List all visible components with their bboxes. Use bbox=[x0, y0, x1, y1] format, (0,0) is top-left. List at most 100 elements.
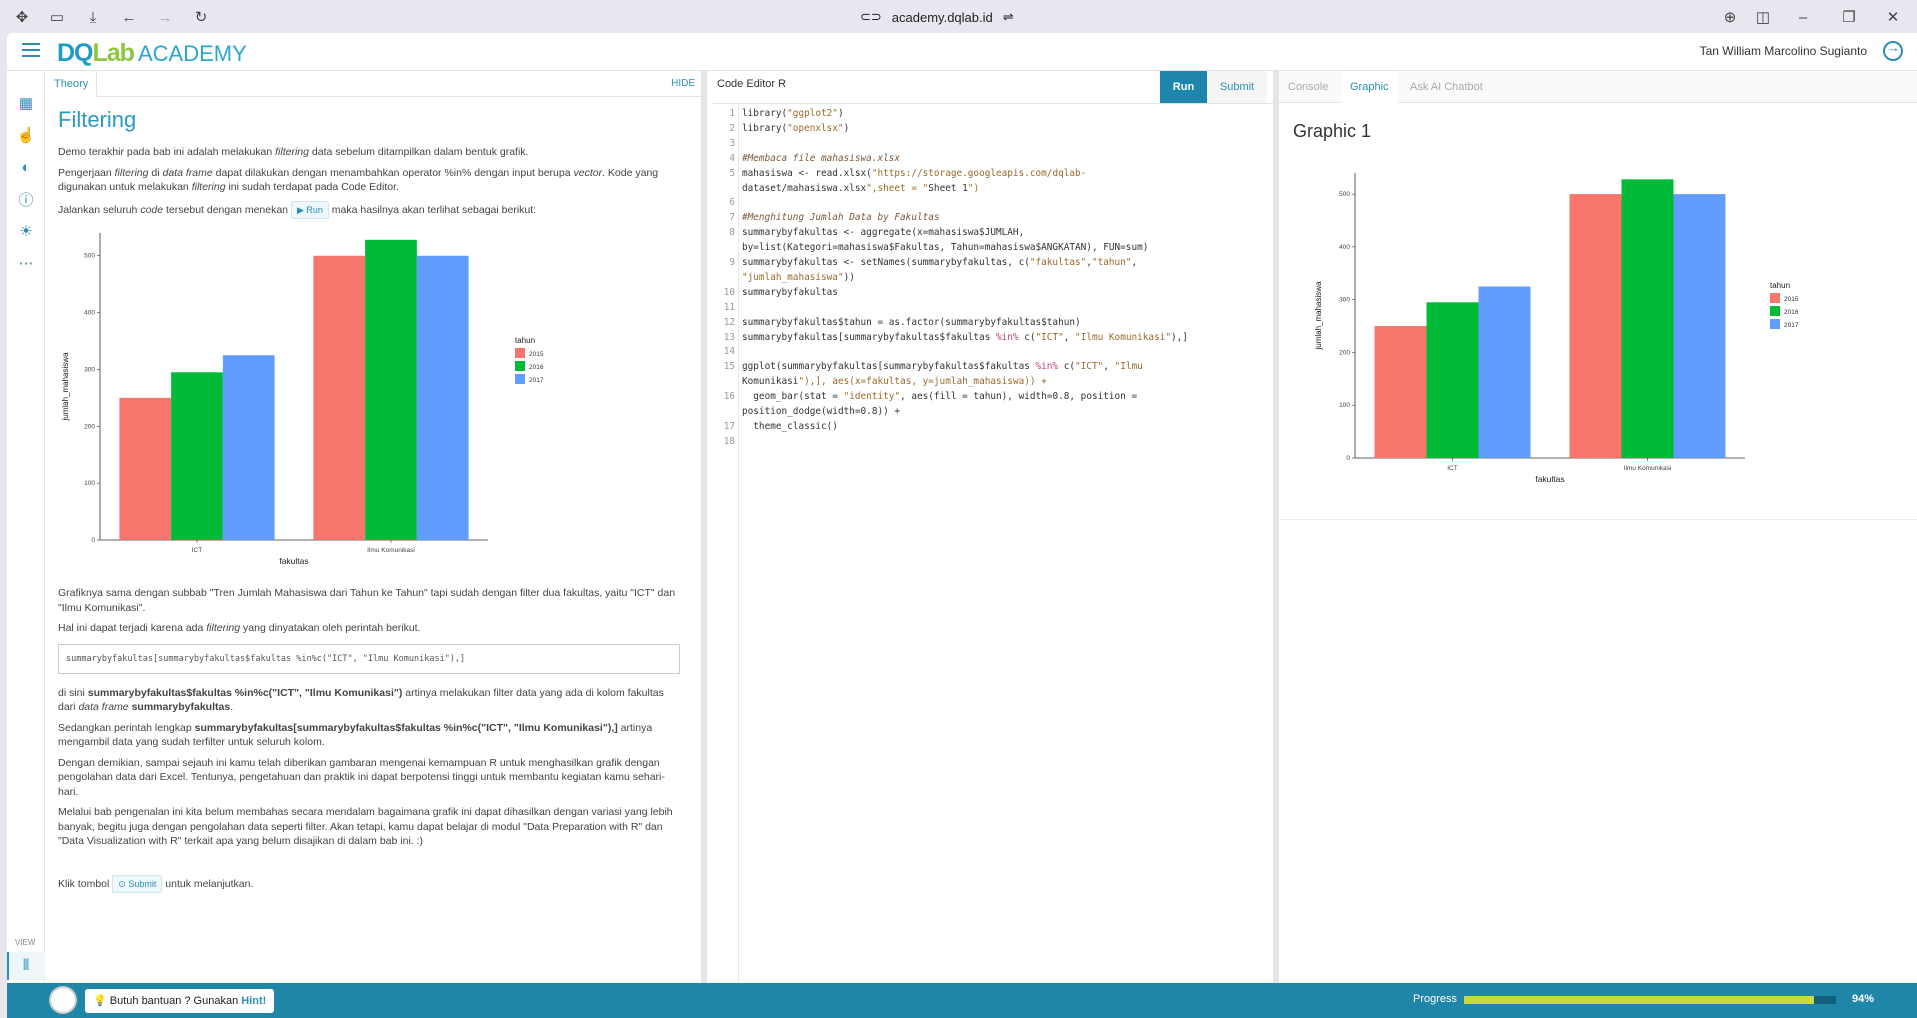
forward-icon[interactable]: → bbox=[154, 6, 176, 28]
progress-label: Progress bbox=[1413, 993, 1458, 1005]
reload-icon[interactable]: ↻ bbox=[190, 6, 212, 28]
legend-title: tahun bbox=[515, 336, 535, 345]
bar-2016-ilmu-komunikasi bbox=[1621, 179, 1674, 459]
theory-panel: Theory HIDE Filtering Demo terakhir pada… bbox=[46, 71, 707, 983]
line-number: 7 bbox=[729, 212, 735, 224]
minimize-icon[interactable]: – bbox=[1792, 6, 1814, 28]
y-tick-label: 0 bbox=[91, 537, 95, 544]
code-line[interactable]: position_dodge(width=0.8)) + bbox=[713, 405, 1273, 420]
y-tick-label: 500 bbox=[84, 253, 95, 260]
footer-bar: 💡 Butuh bantuan ? Gunakan Hint! Progress… bbox=[7, 983, 1917, 1018]
code-line[interactable]: 3 bbox=[713, 137, 1273, 152]
globe-icon[interactable]: ⊕ bbox=[1719, 6, 1741, 28]
download-icon[interactable]: ⤓ bbox=[82, 6, 104, 28]
legend-swatch-2017 bbox=[515, 374, 525, 384]
view-label: VIEW bbox=[15, 938, 36, 947]
code-line[interactable]: 6 bbox=[713, 196, 1273, 211]
layout-icon[interactable]: ▦ bbox=[16, 93, 36, 113]
paragraph: Jalankan seluruh code tersebut dengan me… bbox=[58, 200, 680, 219]
sidebar-toggle-icon[interactable]: ▭ bbox=[46, 6, 68, 28]
code-line[interactable]: Komunikasi"),], aes(x=fakultas, y=jumlah… bbox=[713, 375, 1273, 390]
y-tick-label: 400 bbox=[1339, 244, 1350, 251]
line-number: 1 bbox=[729, 108, 735, 119]
lightbulb-icon[interactable]: ☀ bbox=[16, 221, 36, 241]
code-line[interactable]: dataset/mahasiswa.xlsx",sheet = "Sheet 1… bbox=[713, 182, 1273, 197]
theory-content: Filtering Demo terakhir pada bab ini ada… bbox=[58, 107, 680, 899]
theme-icon[interactable]: ◐ bbox=[16, 157, 36, 177]
restore-icon[interactable]: ❐ bbox=[1838, 6, 1860, 28]
code-line[interactable]: 7 #Menghitung Jumlah Data by Fakultas bbox=[713, 211, 1273, 226]
line-number: 3 bbox=[729, 137, 735, 149]
legend-label-2016: 2016 bbox=[1784, 309, 1799, 316]
legend-title: tahun bbox=[1770, 281, 1790, 290]
close-window-icon[interactable]: ✕ bbox=[1882, 6, 1904, 28]
paragraph: Hal ini dapat terjadi karena ada filteri… bbox=[58, 622, 421, 634]
line-number: 18 bbox=[723, 435, 735, 447]
code-line[interactable]: 15 ggplot(summarybyfakultas[summarybyfaku… bbox=[713, 360, 1273, 375]
progress-bar bbox=[1464, 996, 1836, 1004]
line-code: by=list(Kategori=mahasiswa$Fakultas, Tah… bbox=[742, 242, 1149, 254]
columns-view-icon[interactable]: ⫴ bbox=[16, 955, 36, 975]
code-line[interactable]: 5 mahasiswa <- read.xlsx("https://storage… bbox=[713, 167, 1273, 182]
back-icon[interactable]: ← bbox=[118, 6, 140, 28]
y-tick-label: 400 bbox=[84, 310, 95, 317]
user-name[interactable]: Tan William Marcolino Sugianto bbox=[1700, 44, 1867, 58]
line-number: 9 bbox=[729, 257, 735, 268]
tab-theory[interactable]: Theory bbox=[46, 71, 98, 97]
y-tick-label: 200 bbox=[84, 423, 95, 430]
info-icon[interactable]: ⓘ bbox=[16, 189, 36, 209]
code-line[interactable]: 1 library("ggplot2") bbox=[713, 107, 1273, 122]
code-editor-panel: Code Editor R Run Submit 1 library("ggplo… bbox=[713, 71, 1273, 1018]
code-line[interactable]: 13 summarybyfakultas[summarybyfakultas$fa… bbox=[713, 331, 1273, 346]
tab-ask-ai-chatbot[interactable]: Ask AI Chatbot bbox=[1401, 71, 1492, 103]
split-view-icon[interactable]: ◫ bbox=[1752, 6, 1774, 28]
code-line[interactable]: 12 summarybyfakultas$tahun = as.factor(su… bbox=[713, 316, 1273, 331]
logo-academy: ACADEMY bbox=[137, 41, 247, 66]
tab-code-editor[interactable]: Code Editor R bbox=[717, 71, 786, 97]
code-area[interactable]: 1 library("ggplot2") 2 library("openxlsx") 3… bbox=[713, 103, 1273, 1018]
code-line[interactable]: 18 bbox=[713, 435, 1273, 450]
code-line[interactable]: 11 bbox=[713, 301, 1273, 316]
line-code: position_dodge(width=0.8)) + bbox=[742, 406, 901, 417]
logo-dq: DQ bbox=[57, 39, 93, 67]
url-text: academy.dqlab.id bbox=[891, 9, 993, 25]
code-line[interactable]: 17 theme_classic() bbox=[713, 420, 1273, 435]
y-tick-label: 300 bbox=[1339, 297, 1350, 304]
code-line[interactable]: 10 summarybyfakultas bbox=[713, 286, 1273, 301]
bar-2015-ict bbox=[1374, 326, 1427, 458]
app-header: DQ Lab ACADEMY Tan William Marcolino Sug… bbox=[7, 33, 1917, 71]
code-line[interactable]: 2 library("openxlsx") bbox=[713, 122, 1273, 137]
lightbulb-hint-icon: 💡 bbox=[93, 995, 107, 1007]
line-code: #Membaca file mahasiswa.xlsx bbox=[742, 152, 901, 164]
submit-button[interactable]: Submit bbox=[1207, 71, 1267, 103]
code-line[interactable]: 9 summarybyfakultas <- setNames(summaryby… bbox=[713, 256, 1273, 271]
bar-2017-ilmu-komunikasi bbox=[1673, 194, 1726, 458]
hide-button[interactable]: HIDE bbox=[671, 71, 695, 97]
divider bbox=[1279, 519, 1917, 520]
legend-swatch-2016 bbox=[515, 361, 525, 371]
line-code: summarybyfakultas <- setNames(summarybyf… bbox=[742, 257, 1138, 268]
pointer-icon[interactable]: ☝ bbox=[16, 125, 36, 145]
code-line[interactable]: by=list(Kategori=mahasiswa$Fakultas, Tah… bbox=[713, 241, 1273, 256]
line-number: 10 bbox=[723, 286, 735, 298]
y-tick-label: 0 bbox=[1346, 455, 1350, 462]
hint-button[interactable]: 💡 Butuh bantuan ? Gunakan Hint! bbox=[85, 989, 275, 1013]
hamburger-menu-icon[interactable] bbox=[22, 43, 40, 57]
tab-console[interactable]: Console bbox=[1279, 71, 1337, 103]
code-line[interactable]: 16 geom_bar(stat = "identity", aes(fill … bbox=[713, 390, 1273, 405]
code-line[interactable]: 14 bbox=[713, 345, 1273, 360]
line-code: #Menghitung Jumlah Data by Fakultas bbox=[742, 212, 940, 224]
legend-swatch-2015 bbox=[515, 348, 525, 358]
tab-graphic[interactable]: Graphic bbox=[1341, 71, 1398, 103]
browser-menu-icon[interactable]: ✥ bbox=[11, 6, 33, 28]
run-button[interactable]: Run bbox=[1160, 71, 1207, 103]
logout-icon[interactable] bbox=[1883, 40, 1903, 61]
code-line[interactable]: "jumlah_mahasiswa")) bbox=[713, 271, 1273, 286]
dqlab-logo[interactable]: DQ Lab ACADEMY bbox=[57, 39, 247, 67]
address-bar[interactable]: ⊂⊃ academy.dqlab.id ⇌ bbox=[860, 7, 1014, 27]
mascot-avatar bbox=[49, 986, 77, 1014]
code-line[interactable]: 4 #Membaca file mahasiswa.xlsx bbox=[713, 152, 1273, 167]
site-settings-icon[interactable]: ⇌ bbox=[1003, 9, 1014, 25]
code-line[interactable]: 8 summarybyfakultas <- aggregate(x=mahasi… bbox=[713, 226, 1273, 241]
more-icon[interactable]: ⋯ bbox=[16, 253, 36, 273]
